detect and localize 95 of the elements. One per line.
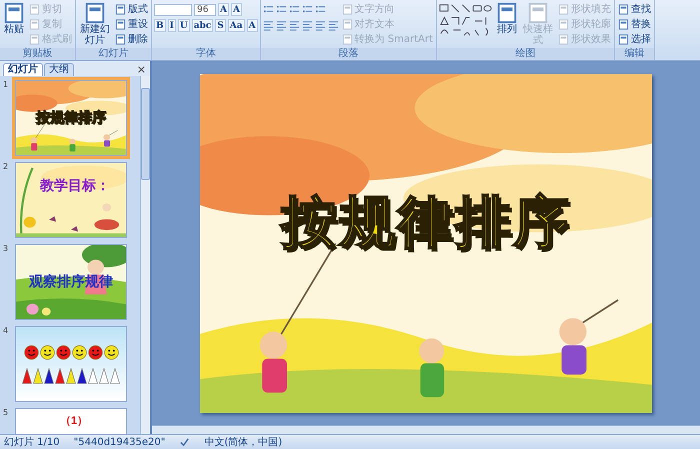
ribbon-button[interactable]: 选择 [616,32,652,46]
align-icon[interactable] [262,20,274,31]
triangle-shape [110,368,120,384]
group-label: 剪贴板 [0,48,75,60]
group-label: 绘图 [436,48,614,60]
format-button[interactable]: I [168,19,176,32]
language: 中文(简体，中国) [204,436,282,449]
panel-tab[interactable]: 幻灯片 [3,63,43,76]
spell-check-icon[interactable] [179,436,190,448]
triangle-shape [33,368,43,384]
smiley-icon [40,344,54,360]
format-button[interactable]: B [154,19,166,32]
slide-title: 按规律排序 [281,189,571,257]
ribbon-button[interactable]: 新建幻灯片 [78,2,112,46]
document-icon [29,34,40,44]
close-button[interactable]: × [136,63,146,76]
list-icon[interactable] [276,4,287,15]
document-icon [115,18,126,30]
ribbon-button[interactable]: 粘贴 [2,2,26,35]
document-icon [84,2,106,24]
document-icon [115,4,126,14]
group-label: 字体 [152,48,260,60]
document-icon [496,2,518,24]
slide-thumbnail[interactable]: 按规律排序 [15,80,127,156]
triangle-shape [22,368,32,384]
align-icon[interactable] [276,20,287,31]
slide-title: 观察排序规律 [29,273,113,291]
document-icon [342,34,353,44]
font-size-button[interactable]: A [230,3,242,16]
slide-thumbnail[interactable]: 教学目标： [15,162,127,238]
slide-thumbnail[interactable]: （1） [15,408,127,434]
slide-number: 1 [3,80,10,91]
align-icon[interactable] [328,20,339,31]
theme-name: "5440d19435e20" [74,436,166,448]
group-label: 段落 [260,48,436,60]
triangle-shape [77,368,87,384]
document-icon [3,2,25,24]
ribbon-button[interactable]: 排列 [494,2,519,35]
document-icon [29,18,40,30]
document-icon [558,34,569,44]
ribbon-button[interactable]: 删除 [114,32,149,46]
smiley-icon [72,344,86,360]
list-icon[interactable] [302,4,313,15]
font-size-field[interactable]: 96 [194,4,216,16]
triangle-shape [66,368,76,384]
document-icon [558,4,569,14]
document-icon [526,2,549,24]
scrollbar[interactable] [140,76,150,434]
document-icon [29,4,40,14]
list-icon[interactable] [288,4,300,15]
format-button[interactable]: U [178,19,190,32]
document-icon [618,4,629,14]
format-button[interactable]: A [246,19,258,32]
slide-thumbnail[interactable] [15,326,127,402]
slide-title: 教学目标： [40,177,110,195]
slide-number: 2 [3,162,10,173]
smiley-icon [24,344,38,360]
panel-tab[interactable]: 大纲 [44,63,74,76]
list-icon[interactable] [314,4,326,15]
slide-title: 按规律排序 [36,109,106,127]
document-icon [618,18,629,30]
ribbon-button[interactable]: 替换 [616,17,652,31]
triangle-shape [99,368,109,384]
align-icon[interactable] [288,20,300,31]
format-button[interactable]: Aa [228,19,245,32]
smiley-icon [104,344,118,360]
slide-thumbnail[interactable]: 观察排序规律 [15,244,127,320]
document-icon [115,34,126,44]
align-icon[interactable] [314,20,326,31]
slide-number: 5 [3,408,10,419]
triangle-shape [44,368,54,384]
triangle-shape [88,368,98,384]
font-size-button[interactable]: A [218,3,229,16]
slide-number: 4 [3,326,10,337]
slide-title: （1） [60,414,88,428]
smiley-icon [88,344,102,360]
triangle-shape [55,368,65,384]
document-icon [342,18,353,30]
slide-position: 幻灯片 1/10 [4,436,60,449]
format-button[interactable]: S [215,19,226,32]
group-label: 幻灯片 [76,48,151,60]
slide-number: 3 [3,244,10,255]
ribbon-button[interactable]: 重设 [114,17,149,31]
document-icon [342,4,353,14]
format-button[interactable]: abc [192,19,214,32]
smiley-icon [56,344,70,360]
font-name-field[interactable] [154,4,192,16]
ribbon-button[interactable]: 版式 [114,2,149,16]
list-icon[interactable] [262,4,274,15]
notes-pane[interactable] [152,425,700,434]
group-label: 编辑 [614,48,654,60]
align-icon[interactable] [302,20,313,31]
document-icon [618,34,629,44]
ribbon-button[interactable]: 查找 [616,2,652,16]
document-icon [558,18,569,30]
